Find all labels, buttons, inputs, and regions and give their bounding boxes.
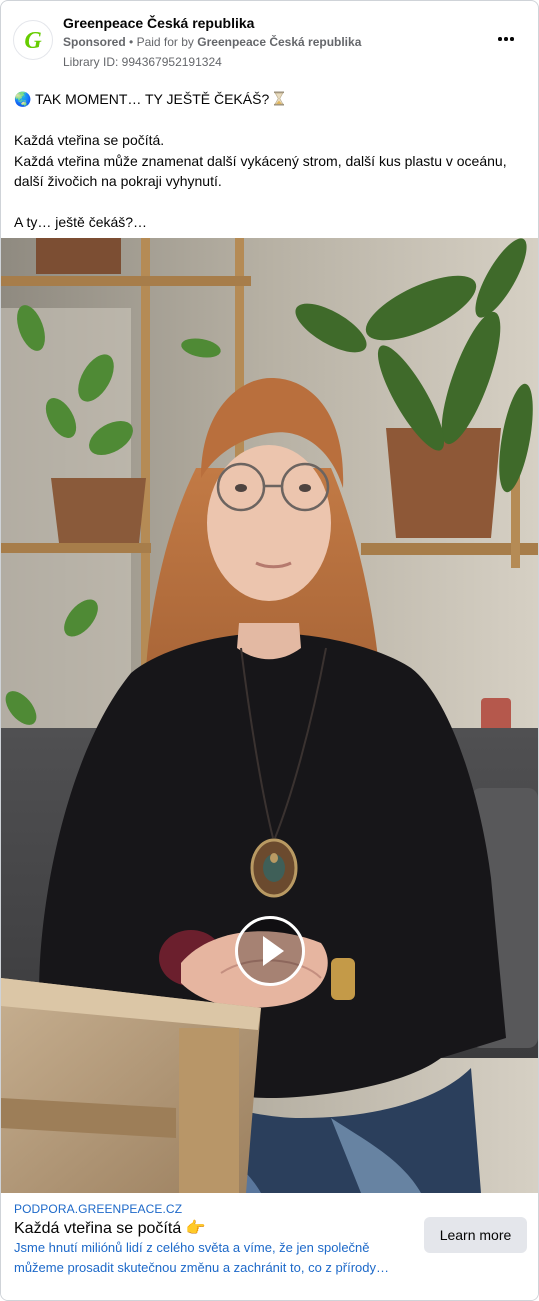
play-icon[interactable] xyxy=(235,916,305,986)
post-line-3: Každá vteřina může znamenat další vykáce… xyxy=(14,152,507,169)
ad-footer[interactable]: PODPORA.GREENPEACE.CZ Každá vteřina se p… xyxy=(1,1193,538,1300)
library-id: Library ID: 994367952191324 xyxy=(63,55,222,69)
learn-more-button[interactable]: Learn more xyxy=(424,1217,527,1253)
post-line-5: A ty… ještě čekáš?… xyxy=(14,214,148,230)
page-name[interactable]: Greenpeace Česká republika xyxy=(63,15,254,31)
description-line-1: Jsme hnutí miliónů lidí z celého světa a… xyxy=(14,1240,370,1255)
post-line-2: Každá vteřina se počítá. xyxy=(14,132,165,148)
pointing-hand-emoji: 👉 xyxy=(185,1220,206,1237)
more-options-icon[interactable] xyxy=(496,29,516,49)
sponsored-label: Sponsored xyxy=(63,35,126,49)
video-thumbnail xyxy=(1,238,538,1193)
post-heading: TAK MOMENT… TY JEŠTĚ ČEKÁŠ? xyxy=(35,91,270,107)
description-line-2: můžeme prosadit skutečnou změnu a zachrá… xyxy=(14,1260,390,1275)
hourglass-icon xyxy=(274,91,285,106)
page-avatar[interactable]: G xyxy=(13,20,53,60)
paid-for-name: Greenpeace Česká republika xyxy=(197,35,362,49)
ad-header: G Greenpeace Česká republika Sponsored •… xyxy=(1,1,538,81)
headline-text: Každá vteřina se počítá xyxy=(14,1220,182,1237)
video-player[interactable] xyxy=(1,238,538,1193)
link-domain[interactable]: PODPORA.GREENPEACE.CZ xyxy=(14,1202,182,1216)
sponsor-line: Sponsored • Paid for by Greenpeace Česká… xyxy=(63,35,361,49)
meta-separator: • xyxy=(129,35,134,49)
link-description[interactable]: Jsme hnutí miliónů lidí z celého světa a… xyxy=(14,1238,414,1278)
ad-card: G Greenpeace Česká republika Sponsored •… xyxy=(0,0,539,1301)
avatar-letter: G xyxy=(24,28,42,53)
greenpeace-logo-icon: G xyxy=(24,28,42,53)
post-line-1: 🌏 TAK MOMENT… TY JEŠTĚ ČEKÁŠ? xyxy=(14,89,524,110)
paid-for-prefix: Paid for by xyxy=(136,35,194,49)
post-text: 🌏 TAK MOMENT… TY JEŠTĚ ČEKÁŠ? Každá vteř… xyxy=(14,89,524,233)
post-line-4: další živočich na pokraji vyhynutí. xyxy=(14,173,222,189)
globe-emoji: 🌏 xyxy=(14,91,32,107)
link-headline[interactable]: Každá vteřina se počítá 👉 xyxy=(14,1218,206,1238)
play-triangle-icon xyxy=(263,936,284,966)
